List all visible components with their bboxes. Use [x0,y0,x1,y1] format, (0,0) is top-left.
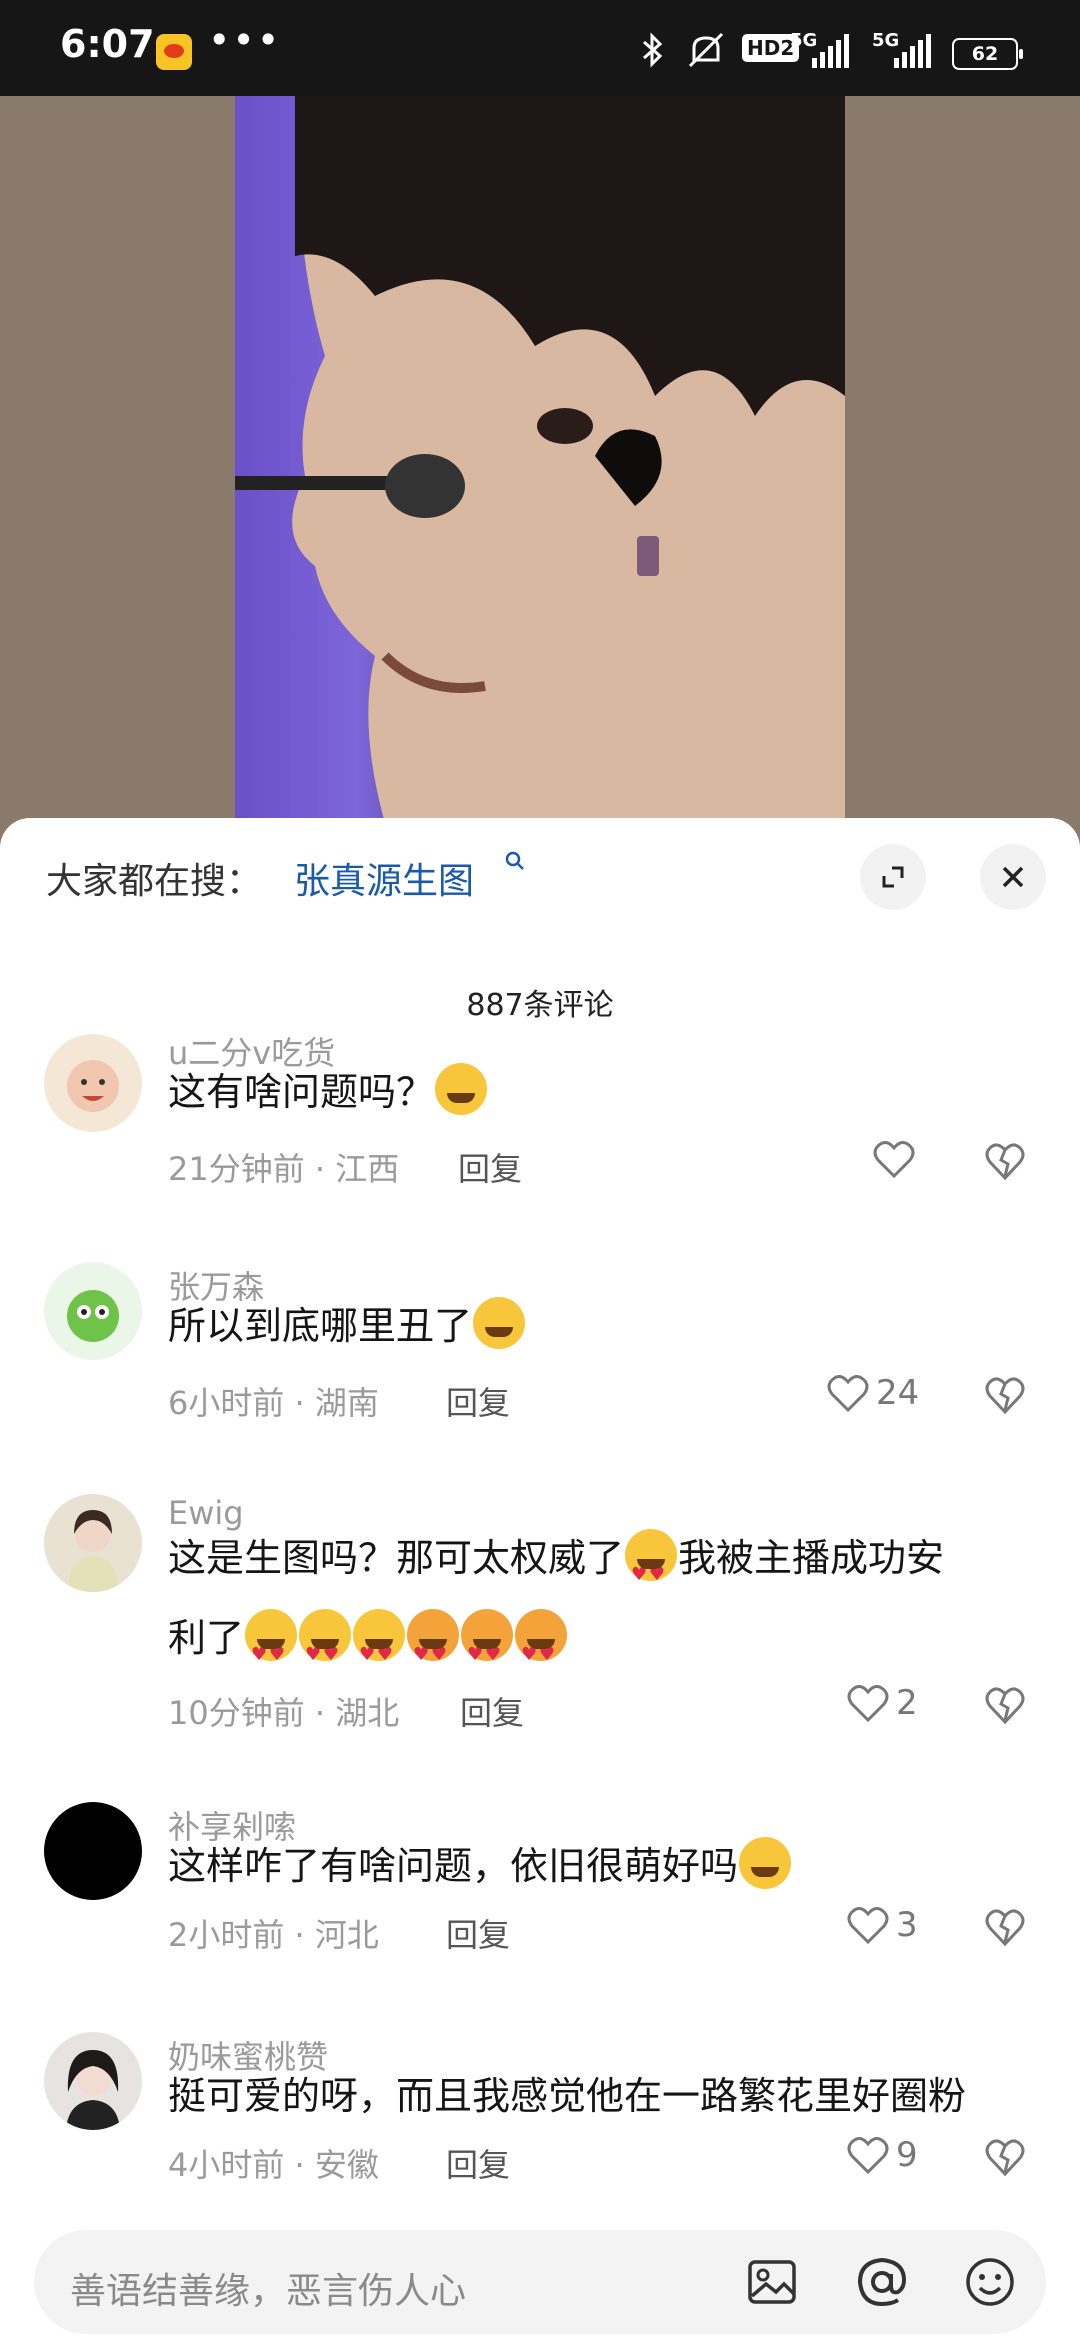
heart-eyes-emoji-icon [515,1609,568,1695]
like-button[interactable]: 24 [826,1372,919,1414]
trending-search-label: 大家都在搜： [46,861,263,902]
dislike-icon[interactable] [984,1906,1026,1948]
search-icon[interactable] [504,850,526,872]
post-media[interactable] [0,96,1080,856]
comment-count: 887条评论 [466,988,614,1023]
comment-text: 挺可爱的呀，而且我感觉他在一路繁花里好圈粉 [168,2074,967,2118]
expand-icon [882,866,904,888]
mention-icon[interactable] [854,2254,910,2310]
like-button[interactable] [872,1138,916,1180]
comment-sheet: 大家都在搜： 张真源生图 887条评论 u二分v吃货 这有啥问题吗？ 21分钟前… [0,818,1080,2344]
like-button[interactable]: 9 [846,2134,918,2176]
more-notifications-icon: ••• [208,18,282,62]
heart-icon [847,1907,889,1945]
comment-text: 这样咋了有啥问题，依旧很萌好吗 [168,1826,1048,1906]
status-time: 6:07 [60,22,155,66]
expand-button[interactable] [860,844,926,910]
heart-eyes-emoji-icon [461,1609,514,1695]
signal-icon-1: 5G [790,30,870,68]
weibo-app-icon [156,34,192,70]
close-icon [1002,866,1024,888]
comment-meta: 2小时前 · 河北 [168,1916,379,1954]
kiss-emoji-icon [299,1609,352,1695]
comment-text: 所以到底哪里丑了 [168,1286,1048,1366]
avatar[interactable] [44,1262,142,1360]
emoji-icon[interactable] [962,2254,1018,2310]
like-button[interactable]: 3 [846,1904,918,1946]
heart-eyes-emoji-icon [407,1609,460,1695]
kiss-emoji-icon [625,1529,678,1615]
comment-meta: 6小时前 · 湖南 [168,1384,379,1422]
reply-button[interactable]: 回复 [460,1688,524,1734]
heart-icon [827,1375,869,1413]
comment-meta: 4小时前 · 安徽 [168,2146,379,2184]
reply-button[interactable]: 回复 [446,1910,510,1956]
avatar[interactable] [44,1494,142,1592]
comment-input-placeholder: 善语结善缘，恶言伤人心 [70,2271,467,2312]
like-count: 2 [896,1683,918,1723]
image-icon[interactable] [744,2254,800,2310]
like-button[interactable]: 2 [846,1682,918,1724]
status-bar: 6:07 ••• HD2 5G 5G 62 [0,0,1080,96]
laugh-emoji-icon [473,1297,526,1349]
comment-text: 这是生图吗？那可太权威了我被主播成功安利了 [168,1518,1048,1695]
battery-icon: 62 [952,38,1023,70]
bluetooth-icon [643,32,663,68]
avatar[interactable] [44,1802,142,1900]
heart-icon [847,1685,889,1723]
comment-text: 这有啥问题吗？ [168,1052,1048,1132]
like-count: 3 [896,1905,918,1945]
reply-button[interactable]: 回复 [446,1378,510,1424]
reply-button[interactable]: 回复 [458,1144,522,1190]
comment-input-bar: 善语结善缘，恶言伤人心 [0,2220,1080,2344]
kiss-emoji-icon [245,1609,298,1695]
close-button[interactable] [980,844,1046,910]
like-count: 9 [896,2135,918,2175]
comment-input[interactable]: 善语结善缘，恶言伤人心 [34,2230,1046,2334]
dislike-icon[interactable] [984,1140,1026,1182]
avatar[interactable] [44,2032,142,2130]
dislike-icon[interactable] [984,1374,1026,1416]
avatar[interactable] [44,1034,142,1132]
dislike-icon[interactable] [984,1684,1026,1726]
heart-icon [873,1141,915,1179]
smile-emoji-icon [435,1063,488,1115]
heart-icon [847,2137,889,2175]
comment-meta: 21分钟前 · 江西 [168,1150,400,1188]
trending-search-link[interactable]: 张真源生图 [294,852,474,904]
post-photo [235,96,845,856]
sweat-smile-emoji-icon [739,1837,792,1889]
dislike-icon[interactable] [984,2136,1026,2178]
kiss-emoji-icon [353,1609,406,1695]
like-count: 24 [876,1373,920,1413]
mute-icon [688,32,724,68]
comment-meta: 10分钟前 · 湖北 [168,1694,400,1732]
signal-icon-2: 5G [872,30,952,68]
reply-button[interactable]: 回复 [446,2140,510,2186]
